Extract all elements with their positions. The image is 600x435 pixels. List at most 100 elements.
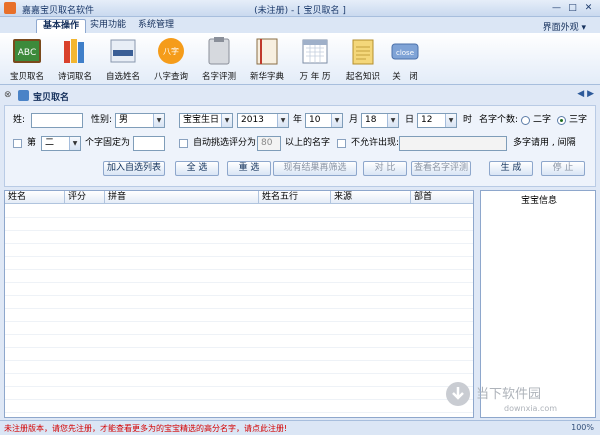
dropdown-arrow-icon: ▼ bbox=[331, 114, 342, 127]
table-row[interactable] bbox=[5, 257, 473, 270]
month-value: 10 bbox=[309, 115, 321, 125]
fix-position-value: 二 bbox=[45, 138, 55, 148]
reselect-button[interactable]: 重 选 bbox=[227, 161, 271, 176]
auto-pick-suffix: 以上的名字 bbox=[285, 138, 331, 148]
skin-menu[interactable]: 界面外观 ▾ bbox=[543, 20, 586, 33]
surname-label: 姓: bbox=[13, 115, 26, 125]
dropdown-arrow-icon: ▼ bbox=[221, 114, 232, 127]
title-bar: 嘉嘉宝贝取名软件 (未注册) - [ 宝贝取名 ] — □ ✕ bbox=[0, 0, 600, 17]
zoom-level[interactable]: 100% bbox=[571, 423, 594, 432]
table-row[interactable] bbox=[5, 296, 473, 309]
dropdown-arrow-icon: ▼ bbox=[277, 114, 288, 127]
select-all-button[interactable]: 全 选 bbox=[175, 161, 219, 176]
birth-type-value: 宝宝生日 bbox=[183, 115, 220, 125]
dropdown-arrow-icon: ▼ bbox=[69, 137, 80, 150]
table-row[interactable] bbox=[5, 348, 473, 361]
column-header-wuxing[interactable]: 姓名五行 bbox=[259, 191, 331, 204]
generate-button[interactable]: 生 成 bbox=[489, 161, 533, 176]
ribbon-label: 新华字典 bbox=[249, 72, 284, 82]
panel-close-icon[interactable]: ⊗ bbox=[4, 90, 12, 100]
year-select[interactable]: 2013 ▼ bbox=[237, 113, 289, 128]
svg-text:ABC: ABC bbox=[18, 48, 36, 58]
ribbon-label: 八字查询 bbox=[153, 72, 188, 82]
table-row[interactable] bbox=[5, 374, 473, 387]
hour-label: 时 bbox=[463, 115, 473, 125]
ribbon-baby-naming-button[interactable]: ABC 宝贝取名 bbox=[4, 34, 50, 84]
refilter-button[interactable]: 现有结果再筛选 bbox=[273, 161, 357, 176]
naming-form: 姓: 性别: 男 ▼ 宝宝生日 ▼ 2013 ▼ 年 10 ▼ 月 18 ▼ 日 12 ▼ … bbox=[4, 105, 596, 187]
table-row[interactable] bbox=[5, 309, 473, 322]
dictionary-icon bbox=[256, 38, 278, 65]
panel-nav-arrows-icon[interactable]: ◀ ▶ bbox=[577, 89, 594, 99]
status-bar: 未注册版本，请您先注册，才能查看更多为的宝宝精选的高分名字，请点此注册! 100… bbox=[0, 420, 600, 435]
column-header-source[interactable]: 来源 bbox=[331, 191, 411, 204]
baby-info-title: 宝宝信息 bbox=[520, 196, 557, 206]
hour-select[interactable]: 12 ▼ bbox=[417, 113, 457, 128]
fix-char-checkbox[interactable] bbox=[13, 139, 22, 148]
panel-icon bbox=[18, 90, 29, 101]
name-card-icon bbox=[110, 39, 136, 63]
fix-suffix-label: 个字固定为 bbox=[85, 138, 131, 148]
table-row[interactable] bbox=[5, 335, 473, 348]
watermark-cn: 当下软件园 bbox=[476, 387, 541, 402]
table-row[interactable] bbox=[5, 322, 473, 335]
ribbon-dictionary-button[interactable]: 新华字典 bbox=[244, 34, 290, 84]
view-evaluation-button[interactable]: 查看名字评测 bbox=[411, 161, 471, 176]
dropdown-arrow-icon: ▼ bbox=[445, 114, 456, 127]
close-window-icon[interactable]: ✕ bbox=[581, 1, 596, 15]
year-label: 年 bbox=[293, 115, 303, 125]
ribbon-label: 诗词取名 bbox=[57, 72, 92, 82]
maximize-icon[interactable]: □ bbox=[565, 1, 580, 15]
fix-position-select[interactable]: 二 ▼ bbox=[41, 136, 81, 151]
ribbon-custom-name-button[interactable]: 自选姓名 bbox=[100, 34, 146, 84]
ribbon-label: 万 年 历 bbox=[299, 72, 331, 82]
table-row[interactable] bbox=[5, 361, 473, 374]
disallow-label: 不允许出现: bbox=[351, 138, 400, 148]
table-row[interactable] bbox=[5, 270, 473, 283]
ribbon-name-eval-button[interactable]: 名字评测 bbox=[196, 34, 242, 84]
auto-pick-checkbox[interactable] bbox=[179, 139, 188, 148]
column-header-name[interactable]: 姓名 bbox=[5, 191, 65, 204]
notepad-icon bbox=[352, 39, 374, 65]
ribbon-knowledge-button[interactable]: 起名知识 bbox=[340, 34, 386, 84]
three-char-radio[interactable] bbox=[557, 116, 566, 125]
add-to-list-button[interactable]: 加入自选列表 bbox=[103, 161, 165, 176]
close-badge-text: close bbox=[395, 49, 415, 57]
month-select[interactable]: 10 ▼ bbox=[305, 113, 343, 128]
stop-button[interactable]: 停 止 bbox=[541, 161, 585, 176]
two-char-radio[interactable] bbox=[521, 116, 530, 125]
tab-system[interactable]: 系统管理 bbox=[132, 19, 180, 33]
auto-pick-label: 自动挑选评分为 bbox=[193, 138, 257, 148]
disallow-checkbox[interactable] bbox=[337, 139, 346, 148]
calendar-icon bbox=[302, 39, 328, 64]
birth-type-select[interactable]: 宝宝生日 ▼ bbox=[179, 113, 233, 128]
table-row[interactable] bbox=[5, 218, 473, 231]
table-row[interactable] bbox=[5, 244, 473, 257]
column-header-pinyin[interactable]: 拼音 bbox=[105, 191, 259, 204]
table-row[interactable] bbox=[5, 387, 473, 400]
fix-char-input[interactable] bbox=[133, 136, 165, 151]
table-row[interactable] bbox=[5, 400, 473, 413]
minimize-icon[interactable]: — bbox=[549, 1, 564, 15]
name-length-label: 名字个数: bbox=[479, 115, 519, 125]
day-select[interactable]: 18 ▼ bbox=[361, 113, 399, 128]
tab-basic[interactable]: 基本操作 bbox=[36, 19, 87, 33]
column-header-radical[interactable]: 部首 bbox=[411, 191, 473, 204]
register-notice-link[interactable]: 未注册版本，请您先注册，才能查看更多为的宝宝精选的高分名字，请点此注册! bbox=[4, 423, 287, 434]
gender-select[interactable]: 男 ▼ bbox=[115, 113, 165, 128]
results-table[interactable]: 姓名 评分 拼音 姓名五行 来源 部首 bbox=[4, 190, 474, 418]
compare-button[interactable]: 对 比 bbox=[363, 161, 407, 176]
tab-practical[interactable]: 实用功能 bbox=[84, 19, 132, 33]
ribbon-close-button[interactable]: close 关 闭 bbox=[382, 34, 428, 84]
table-row[interactable] bbox=[5, 231, 473, 244]
column-header-score[interactable]: 评分 bbox=[65, 191, 105, 204]
ribbon-bazi-button[interactable]: 八字 八字查询 bbox=[148, 34, 194, 84]
table-row[interactable] bbox=[5, 205, 473, 218]
ribbon-calendar-button[interactable]: 万 年 历 bbox=[292, 34, 338, 84]
menu-bar: 基本操作 实用功能 系统管理 界面外观 ▾ bbox=[0, 17, 600, 33]
table-row[interactable] bbox=[5, 283, 473, 296]
disallow-input[interactable] bbox=[399, 136, 507, 151]
auto-pick-score-input[interactable]: 80 bbox=[257, 136, 281, 151]
surname-input[interactable] bbox=[31, 113, 83, 128]
ribbon-poetry-naming-button[interactable]: 诗词取名 bbox=[52, 34, 98, 84]
